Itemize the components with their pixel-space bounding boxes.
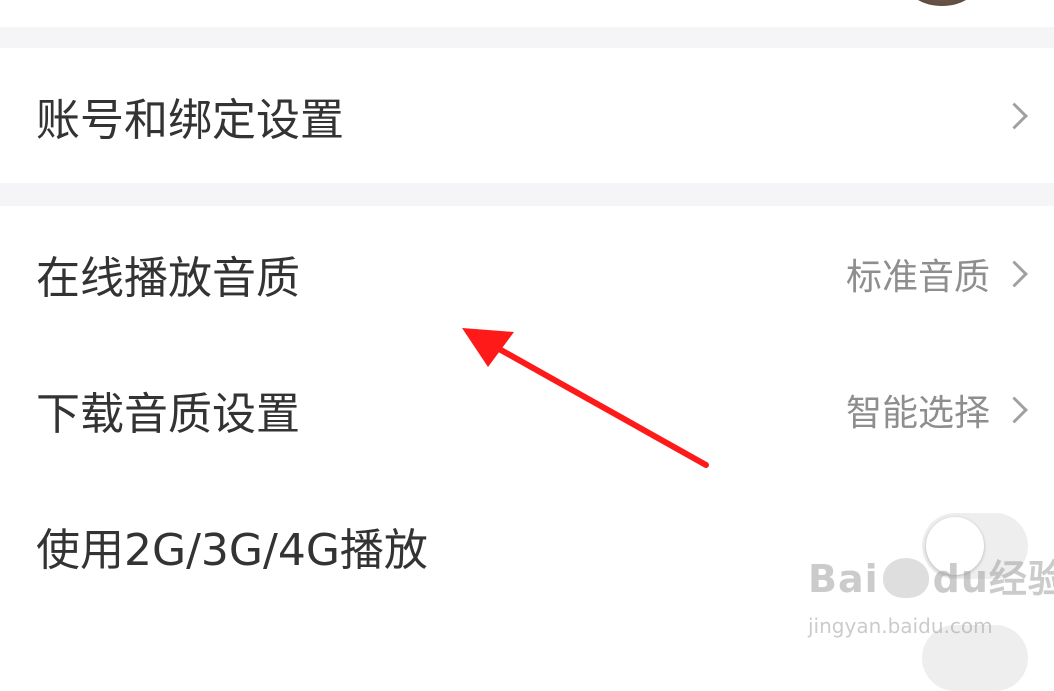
chevron-right-icon — [1001, 102, 1028, 129]
section-divider — [0, 183, 1054, 206]
avatar[interactable] — [905, 0, 979, 6]
chevron-right-icon — [1001, 396, 1028, 424]
row-label: 账号和绑定设置 — [36, 94, 344, 146]
settings-row-online-quality[interactable]: 在线播放音质 标准音质 — [0, 206, 1054, 342]
row-label: 下载音质设置 — [36, 389, 300, 440]
watermark-logo-right: 经验 — [988, 557, 1054, 601]
row-value: 标准音质 — [845, 257, 990, 298]
settings-row-account-binding[interactable]: 账号和绑定设置 — [0, 48, 1054, 183]
row-label: 在线播放音质 — [36, 253, 300, 304]
watermark-url: jingyan.baidu.com — [808, 614, 993, 638]
header-strip — [0, 0, 1054, 27]
watermark-logo-left: Bai — [808, 557, 879, 601]
chevron-right-icon — [1001, 260, 1028, 288]
row-value: 智能选择 — [845, 393, 990, 434]
watermark-logo-paw-text: du — [932, 557, 989, 601]
baidu-jingyan-watermark: Bai du经验 jingyan.baidu.com — [808, 548, 1054, 638]
row-label: 使用2G/3G/4G播放 — [36, 525, 428, 576]
settings-row-download-quality[interactable]: 下载音质设置 智能选择 — [0, 342, 1054, 478]
paw-icon — [882, 558, 929, 598]
section-divider — [0, 27, 1054, 48]
